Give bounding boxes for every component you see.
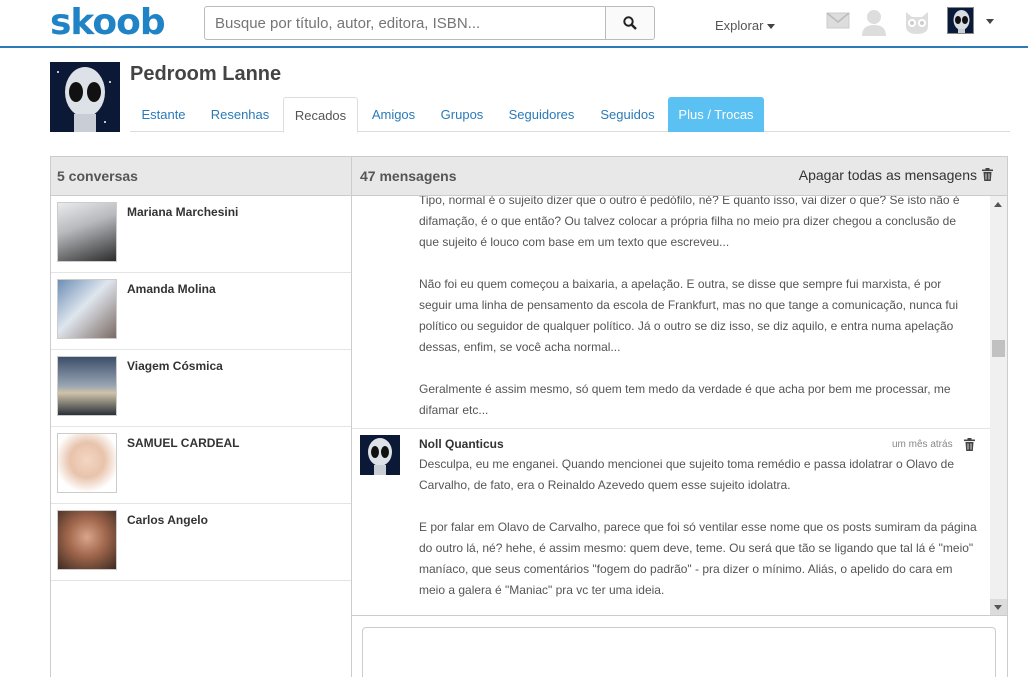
top-bar: skoob Explorar [0, 0, 1028, 48]
thread-scrollbar[interactable] [990, 196, 1007, 615]
message-divider [352, 428, 990, 429]
conversation-item[interactable]: Amanda Molina [51, 273, 351, 350]
user-avatar[interactable] [947, 7, 974, 34]
tab-grupos[interactable]: Grupos [428, 97, 496, 132]
conversation-name: Amanda Molina [127, 282, 216, 296]
messages-header: 47 mensagens Apagar todas as mensagens [352, 157, 1007, 196]
message-author-avatar[interactable] [360, 435, 400, 475]
alien-avatar-icon [368, 438, 392, 475]
message-paragraph: Tipo, normal é o sujeito dizer que o out… [419, 196, 960, 249]
conversation-list: Mariana Marchesini Amanda Molina Viagem … [51, 196, 352, 677]
message-thread: Tipo, normal é o sujeito dizer que o out… [352, 196, 1007, 616]
scroll-thumb[interactable] [992, 340, 1005, 357]
conversation-item[interactable]: SAMUEL CARDEAL [51, 427, 351, 504]
conversation-name: Mariana Marchesini [127, 205, 239, 219]
tab-seguidores[interactable]: Seguidores [496, 97, 587, 132]
clear-all-messages-button[interactable]: Apagar todas as mensagens [799, 167, 977, 183]
message-body: Desculpa, eu me enganei. Quando mencione… [419, 454, 979, 601]
messages-panel: 5 conversas 47 mensagens Apagar todas as… [50, 156, 1008, 677]
message-body: Tipo, normal é o sujeito dizer que o out… [419, 196, 974, 421]
message-paragraph: E por falar em Olavo de Carvalho, parece… [419, 520, 977, 597]
conversation-name: Carlos Angelo [127, 513, 208, 527]
tab-resenhas[interactable]: Resenhas [197, 97, 283, 132]
conversation-item[interactable]: Mariana Marchesini [51, 196, 351, 273]
avatar [57, 202, 117, 262]
tab-estante[interactable]: Estante [130, 97, 197, 132]
owl-notifications-icon[interactable] [903, 8, 931, 36]
mail-icon[interactable] [826, 12, 850, 29]
avatar [57, 279, 117, 339]
messages-count: 47 mensagens [360, 168, 457, 184]
search-button[interactable] [605, 7, 654, 39]
skoob-logo[interactable]: skoob [50, 2, 166, 43]
tab-seguidos[interactable]: Seguidos [587, 97, 668, 132]
message-paragraph: Geralmente é assim mesmo, só quem tem me… [419, 382, 951, 417]
tab-amigos[interactable]: Amigos [359, 97, 428, 132]
reply-textarea[interactable] [362, 627, 996, 677]
explore-menu[interactable]: Explorar [715, 18, 776, 33]
message-author-name[interactable]: Noll Quanticus [419, 437, 504, 451]
profile-name: Pedroom Lanne [130, 63, 282, 85]
conversation-item[interactable]: Viagem Cósmica [51, 350, 351, 427]
conversations-count: 5 conversas [57, 168, 138, 184]
trash-icon[interactable] [964, 438, 975, 451]
user-menu-chevron-icon[interactable] [986, 19, 994, 24]
avatar [57, 356, 117, 416]
message-paragraph: Não foi eu quem começou a baixaria, a ap… [419, 277, 958, 354]
friend-requests-icon[interactable] [860, 8, 888, 36]
profile-avatar [50, 62, 120, 132]
profile-tabs: Estante Resenhas Recados Amigos Grupos S… [130, 97, 1010, 133]
conversations-header: 5 conversas [51, 157, 352, 196]
message-timestamp: um mês atrás [892, 439, 953, 450]
search-box [204, 6, 655, 40]
tab-recados[interactable]: Recados [283, 97, 358, 133]
scroll-down-arrow-icon[interactable] [990, 599, 1007, 615]
trash-icon[interactable] [982, 168, 993, 181]
conversation-item[interactable]: Carlos Angelo [51, 504, 351, 581]
search-icon [623, 16, 637, 30]
avatar [57, 510, 117, 570]
explore-label: Explorar [715, 18, 764, 33]
tab-plus-trocas[interactable]: Plus / Trocas [668, 97, 764, 132]
chevron-down-icon [767, 24, 776, 30]
alien-avatar-icon [57, 67, 111, 132]
alien-avatar-icon [953, 10, 970, 33]
scroll-up-arrow-icon[interactable] [994, 202, 1002, 207]
conversation-name: Viagem Cósmica [127, 359, 223, 373]
search-input[interactable] [205, 7, 606, 39]
avatar [57, 433, 117, 493]
message-paragraph: Desculpa, eu me enganei. Quando mencione… [419, 457, 954, 492]
conversation-name: SAMUEL CARDEAL [127, 436, 240, 450]
